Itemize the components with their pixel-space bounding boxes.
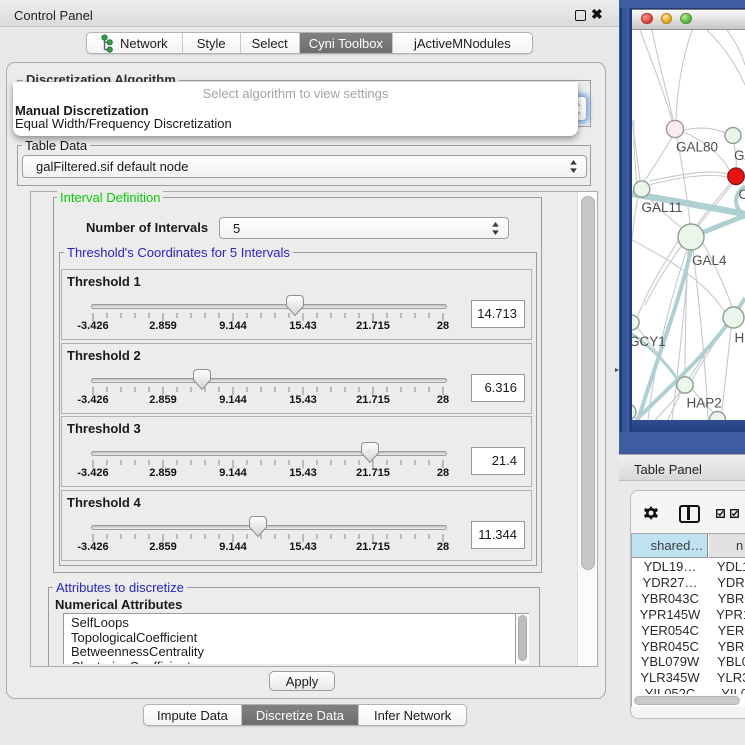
svg-text:H: H (735, 331, 745, 346)
svg-text:GAL4: GAL4 (692, 253, 727, 268)
svg-text:C: C (739, 187, 745, 202)
svg-text:GCY1: GCY1 (632, 334, 666, 349)
svg-text:GAL80: GAL80 (676, 140, 718, 155)
svg-text:GAL11: GAL11 (642, 200, 683, 215)
svg-text:HAP2: HAP2 (687, 396, 722, 411)
svg-text:GA: GA (734, 148, 745, 163)
